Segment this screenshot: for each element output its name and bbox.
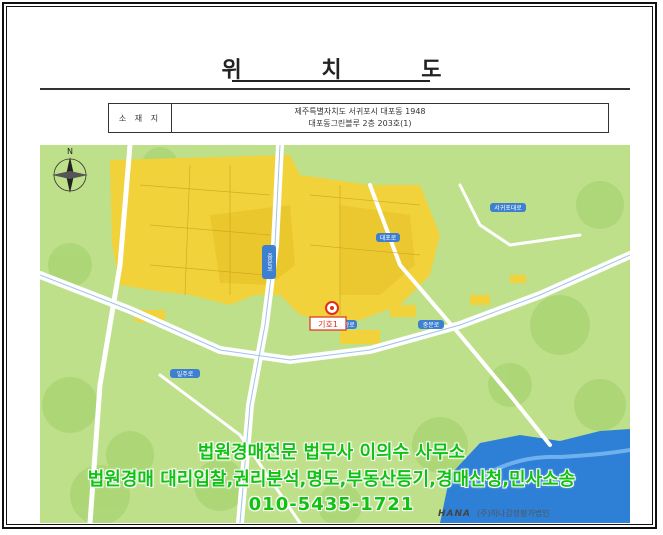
overlay-line-1: 법원경매전문 법무사 이의수 사무소 [197,442,466,463]
logo-text: (주)하나감정평가법인 [477,509,550,518]
address-line-2: 대포동그린블루 2층 203호(1) [308,119,412,128]
company-logo: HANA (주)하나감정평가법인 [438,508,549,519]
marker-label: 기호1 [318,320,338,329]
road-label-5: 중문로 [423,322,440,329]
location-table: 소 재 지 제주특별자치도 서귀포시 대포동 1948 대포동그린블루 2층 2… [108,103,609,133]
north-label: N [67,147,73,156]
road-label-2: 일주로 [177,370,194,378]
address-line-1: 제주특별자치도 서귀포시 대포동 1948 [294,107,426,116]
urban-dense-area [210,205,295,285]
overlay-line-2: 법원경매 대리입찰,권리분석,명도,부동산등기,경매신청,민사소송 [87,469,576,490]
road-label-6: 대포로 [380,234,397,242]
overlay-phone: 010-5435-1721 [248,494,415,515]
location-value: 제주특별자치도 서귀포시 대포동 1948 대포동그린블루 2층 203호(1) [172,104,608,132]
header-rule [40,88,630,90]
location-label: 소 재 지 [109,104,172,132]
road-label-4: 서귀포대로 [494,204,522,212]
road-label-1: 중문로 [266,253,273,271]
title-underline [232,80,430,82]
logo-mark: HANA [438,508,471,519]
